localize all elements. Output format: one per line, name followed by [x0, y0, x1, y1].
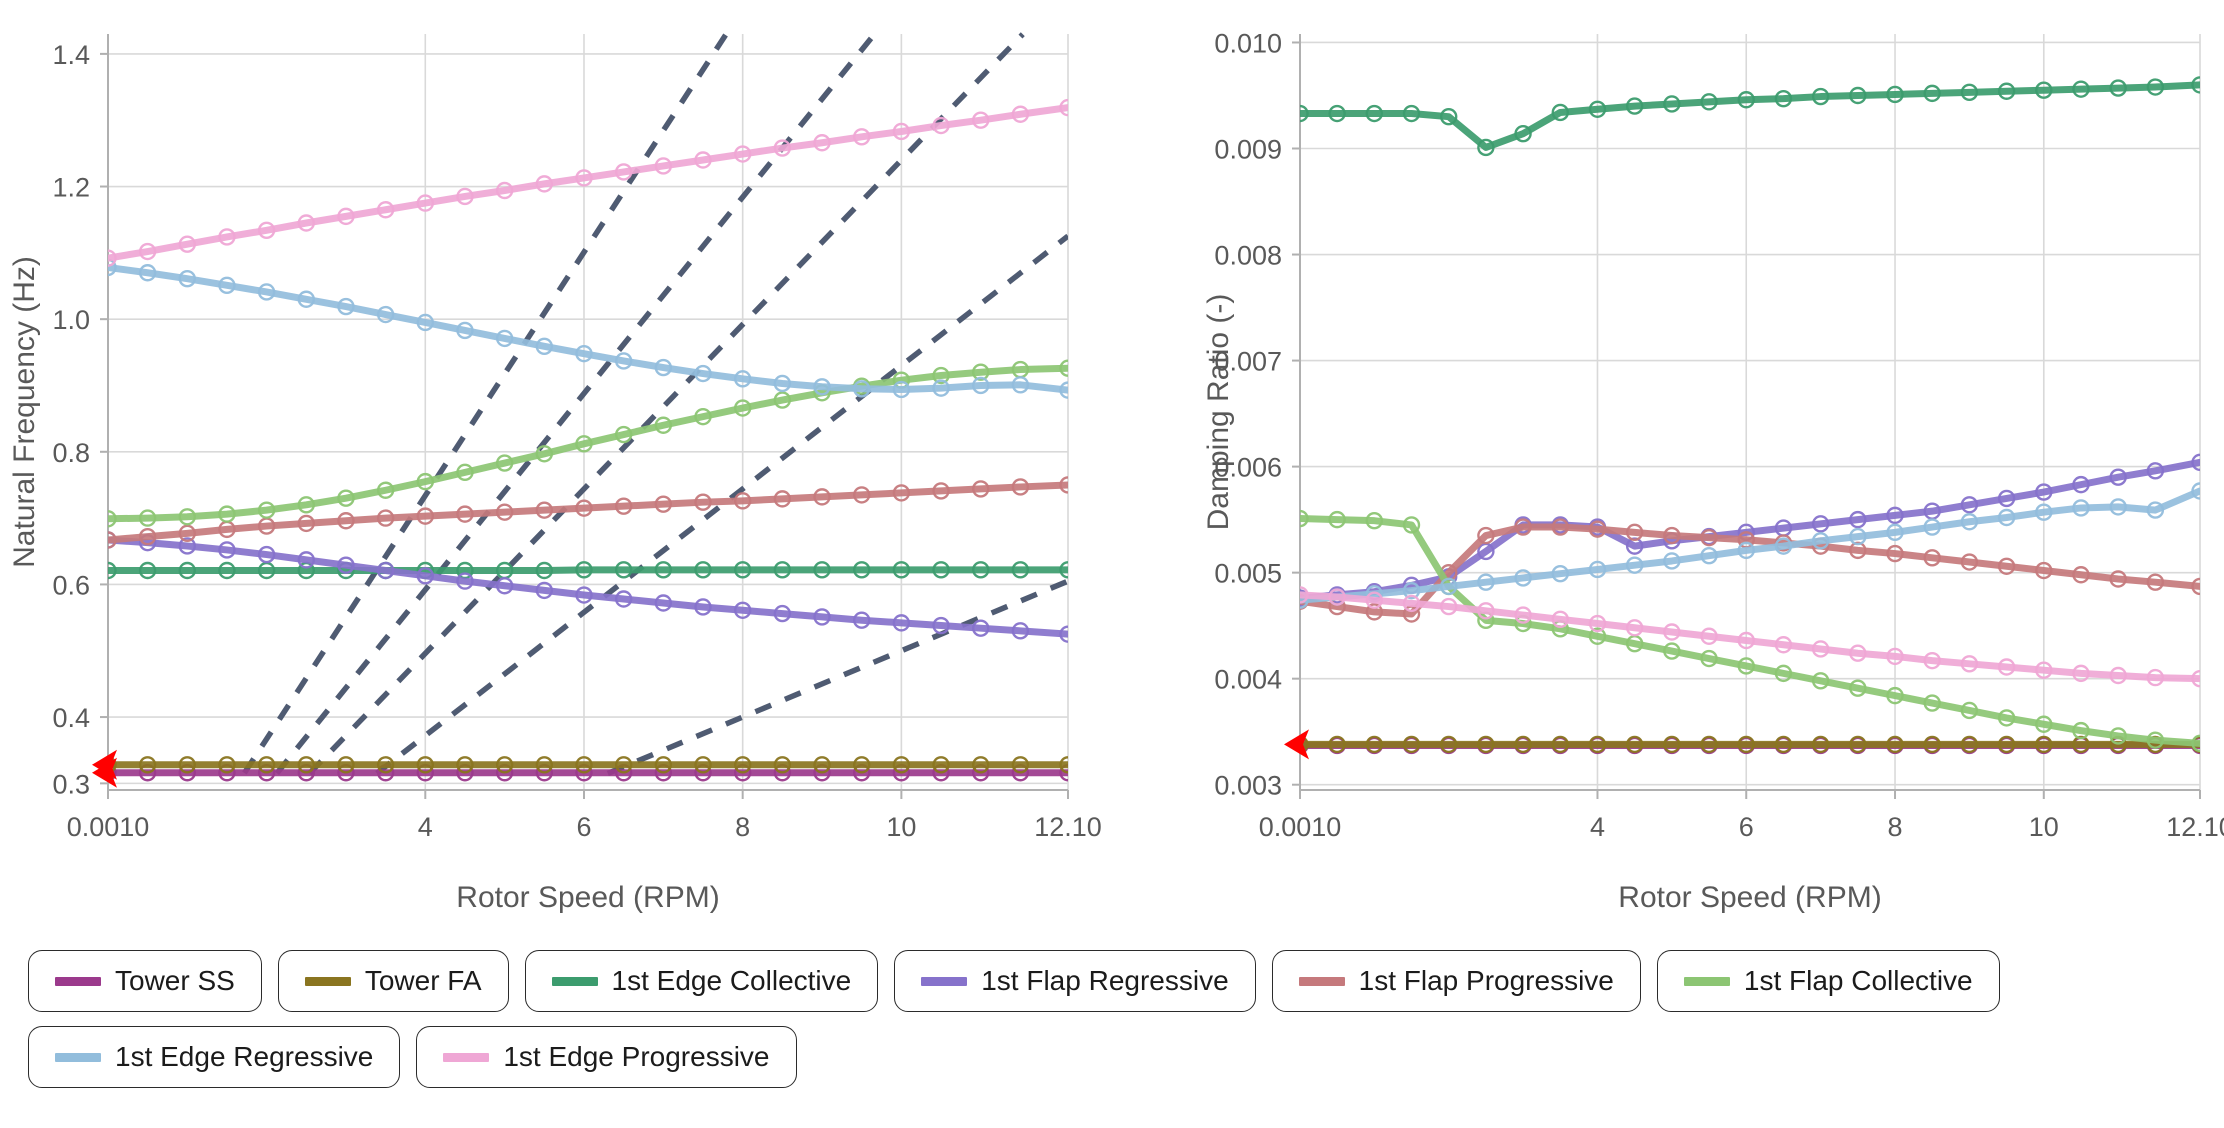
y-tick-label: 0.003 [1214, 771, 1282, 801]
data-series [1300, 76, 2200, 755]
legend-item-tower-fa[interactable]: Tower FA [277, 950, 509, 1012]
natural-frequency-plot: 0.3 0.4 0.6 0.8 1.0 1.2 1.4 0.0010 4 6 8 10 12.10 Rot… [8, 32, 1102, 914]
y-axis-title: Damping Ratio (-) [1202, 294, 1235, 531]
series-1st-flap-regressive [1300, 453, 2200, 607]
y-tick-label: 0.010 [1214, 28, 1282, 58]
legend-item-1st-edge-progressive[interactable]: 1st Edge Progressive [416, 1026, 797, 1088]
legend-item-tower-ss[interactable]: Tower SS [28, 950, 262, 1012]
y-tick-label: 0.009 [1214, 135, 1282, 165]
y-tick-label: 0.008 [1214, 241, 1282, 271]
y-tick-label: 0.3 [52, 769, 90, 799]
panel-natural-frequency: 0.3 0.4 0.6 0.8 1.0 1.2 1.4 0.0010 4 6 8 10 12.10 Rot… [0, 0, 1112, 930]
series-1st-edge-collective [1300, 76, 2200, 157]
harmonic-line-3 [307, 32, 1025, 776]
y-tick-label: 0.4 [52, 703, 90, 733]
legend-label: 1st Flap Regressive [981, 965, 1229, 996]
legend-label: 1st Edge Collective [611, 965, 852, 996]
harmonic-line-5 [606, 578, 1068, 776]
legend-label: 1st Edge Progressive [503, 1041, 770, 1072]
legend-label: 1st Flap Progressive [1358, 965, 1614, 996]
x-tick-label: 12.10 [1034, 812, 1102, 842]
x-tick-label: 0.0010 [67, 812, 150, 842]
legend-item-1st-edge-regressive[interactable]: 1st Edge Regressive [28, 1026, 401, 1088]
y-tick-label: 1.2 [52, 173, 90, 203]
y-tick-label: 0.8 [52, 438, 90, 468]
legend-color-swatch [1298, 976, 1345, 986]
legend-color-swatch [443, 1052, 490, 1062]
gridlines [108, 34, 1069, 790]
data-series [108, 98, 1068, 782]
legend-label: Tower FA [364, 965, 482, 996]
damping-ratio-plot: 0.0030.0040.0050.0060.0070.0080.0090.010… [1202, 28, 2224, 914]
legend-color-swatch [55, 976, 101, 986]
x-tick-label: 6 [1739, 812, 1754, 842]
series-1st-edge-progressive [108, 98, 1068, 267]
legend-color-swatch [55, 1052, 101, 1062]
x-tick-label: 4 [1590, 812, 1605, 842]
x-axis-title: Rotor Speed (RPM) [1618, 881, 1881, 914]
plots-row: 0.3 0.4 0.6 0.8 1.0 1.2 1.4 0.0010 4 6 8 10 12.10 Rot… [0, 0, 2224, 930]
y-axis-title: Natural Frequency (Hz) [8, 256, 41, 568]
y-tick-label: 0.004 [1214, 665, 1282, 695]
x-tick-label: 8 [735, 812, 750, 842]
x-tick-label: 12.10 [2166, 812, 2224, 842]
legend-item-1st-flap-regressive[interactable]: 1st Flap Regressive [894, 950, 1256, 1012]
y-tick-label: 0.6 [52, 570, 90, 600]
harmonic-line-1 [242, 32, 729, 775]
tick-labels: 0.0030.0040.0050.0060.0070.0080.0090.010… [1214, 28, 2224, 842]
series-1st-flap-regressive [108, 531, 1068, 643]
gridlines [1300, 34, 2201, 790]
legend-color-swatch [1683, 976, 1730, 986]
legend-label: Tower SS [115, 965, 235, 996]
series-tower-fa [1300, 735, 2200, 754]
panel-damping-ratio: 0.003 0.004 0.005 0.006 0.007 0.008 0.009 0.010… [1112, 0, 2224, 930]
y-tick-label: 1.4 [52, 40, 90, 70]
x-axis-title: Rotor Speed (RPM) [456, 881, 719, 914]
legend-label: 1st Edge Regressive [115, 1041, 374, 1072]
legend-item-1st-flap-progressive[interactable]: 1st Flap Progressive [1271, 950, 1641, 1012]
campbell-diagram-figure: 0.3 0.4 0.6 0.8 1.0 1.2 1.4 0.0010 4 6 8 10 12.10 Rot… [0, 0, 2224, 1128]
legend: Tower SS Tower FA 1st Edge Collective 1st F… [0, 938, 2224, 1088]
x-tick-label: 6 [576, 812, 591, 842]
legend-item-1st-flap-collective[interactable]: 1st Flap Collective [1656, 950, 2000, 1012]
legend-color-swatch [304, 976, 351, 986]
legend-item-1st-edge-collective[interactable]: 1st Edge Collective [524, 950, 879, 1012]
y-tick-label: 1.0 [52, 305, 90, 335]
series-1st-edge-collective [108, 561, 1068, 580]
axis-spines [107, 34, 1068, 791]
x-tick-label: 8 [1888, 812, 1903, 842]
axis-spines [1299, 34, 2200, 791]
legend-color-swatch [551, 976, 598, 986]
y-tick-label: 0.005 [1214, 559, 1282, 589]
legend-color-swatch [921, 976, 968, 986]
legend-label: 1st Flap Collective [1743, 965, 1973, 996]
x-tick-label: 10 [886, 812, 916, 842]
x-tick-label: 4 [418, 812, 433, 842]
harmonic-lines [242, 32, 1068, 776]
x-tick-label: 0.0010 [1259, 812, 1342, 842]
x-tick-label: 10 [2029, 812, 2059, 842]
